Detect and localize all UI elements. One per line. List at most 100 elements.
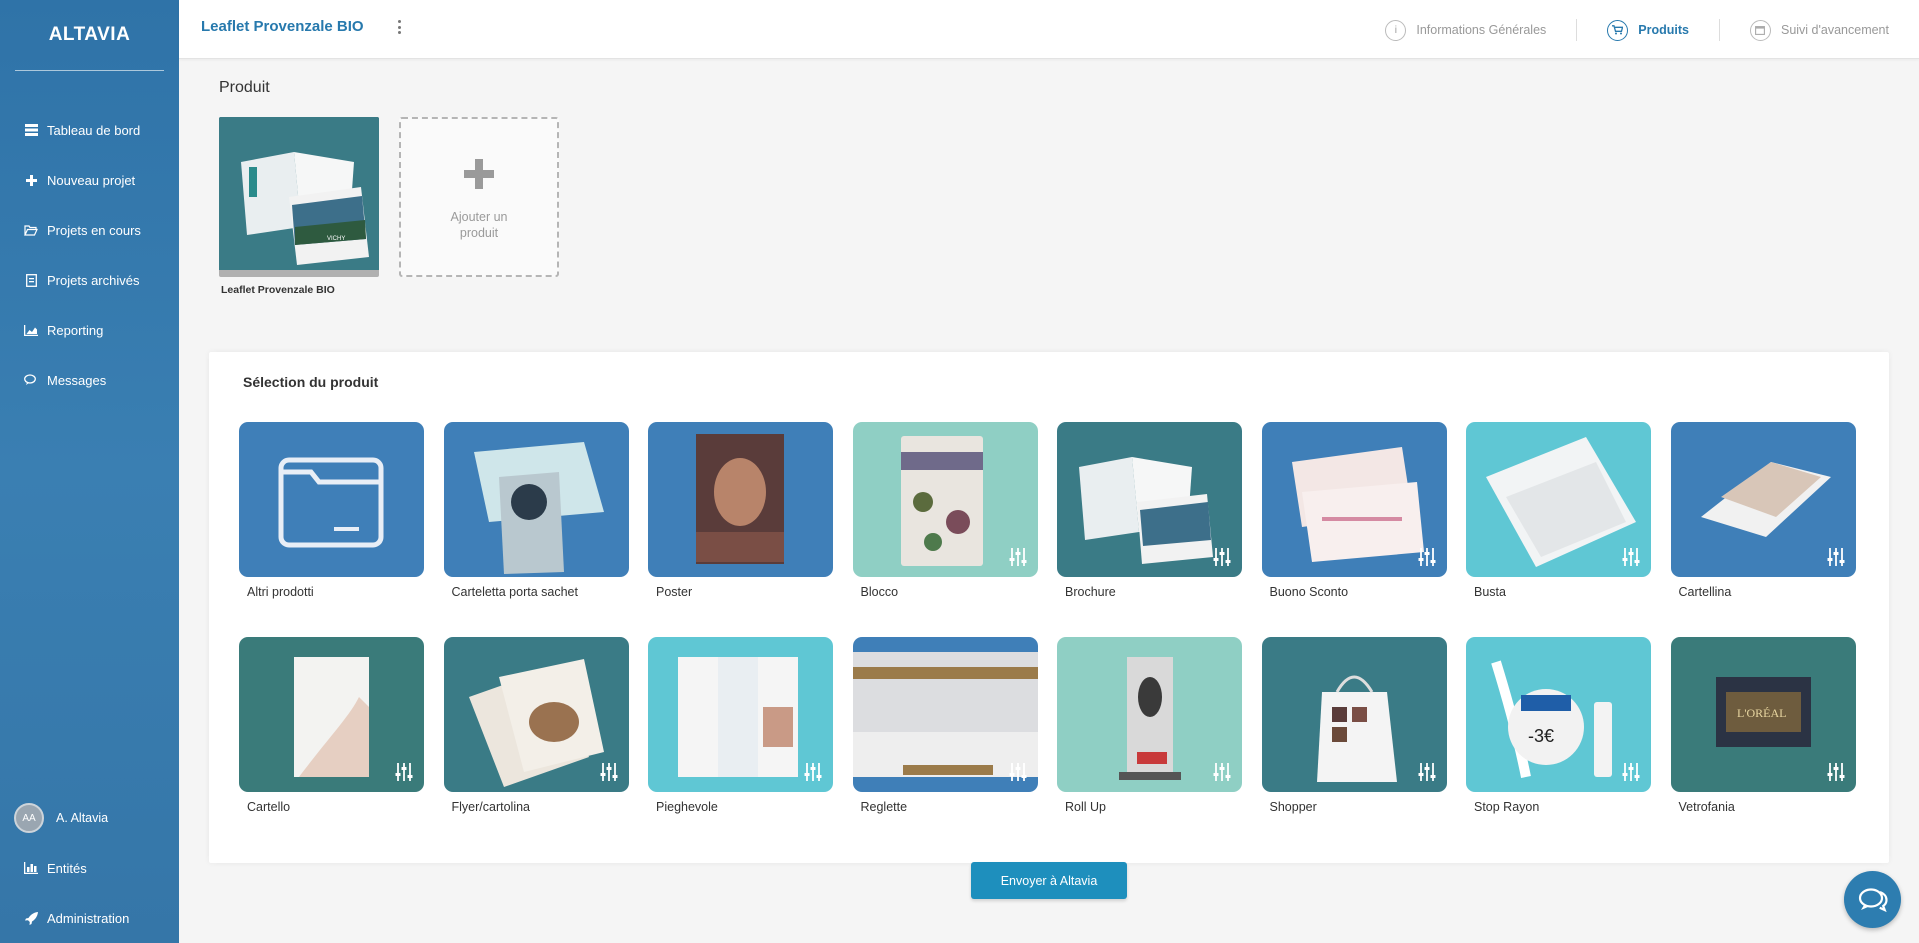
product-tile-label: Shopper (1269, 800, 1317, 814)
folder-open-icon (24, 223, 38, 237)
sidebar: ALTAVIA Tableau de bord Nouveau projet P… (0, 0, 179, 943)
send-to-altavia-button[interactable]: Envoyer à Altavia (971, 862, 1127, 899)
product-tile-label: Reglette (860, 800, 908, 814)
sidebar-item-label: Projets archivés (47, 272, 140, 288)
current-product-name: Leaflet Provenzale BIO (221, 284, 335, 296)
kebab-menu-icon[interactable] (398, 20, 402, 34)
product-tile-label: Busta (1474, 585, 1506, 599)
product-tile-blocco[interactable]: Blocco (852, 422, 1038, 599)
tab-label: Produits (1638, 23, 1689, 37)
add-product-label: Ajouter un produit (450, 210, 508, 240)
tab-label: Informations Générales (1416, 23, 1547, 37)
product-tile-stop-rayon[interactable]: -3€ Stop Rayon (1466, 637, 1651, 814)
user-profile[interactable]: AA A. Altavia (0, 793, 179, 843)
product-tile-label: Carteletta porta sachet (451, 585, 578, 599)
product-tile-pieghevole[interactable]: Pieghevole (648, 637, 833, 814)
product-tile-label: Cartellina (1678, 585, 1732, 599)
calendar-icon (1749, 19, 1771, 41)
product-tile-label: Blocco (860, 585, 899, 599)
sliders-icon[interactable] (803, 762, 823, 782)
product-thumbnail (1057, 422, 1242, 577)
bar-chart-icon (24, 861, 38, 875)
product-tile-brochure[interactable]: Brochure (1057, 422, 1242, 599)
product-tile-cartello[interactable]: Cartello (239, 637, 424, 814)
sidebar-bottom: AA A. Altavia Entités Administration (0, 793, 179, 943)
product-thumbnail (239, 422, 424, 577)
sliders-icon[interactable] (1212, 762, 1232, 782)
product-tile-reglette[interactable]: Reglette (852, 637, 1038, 814)
product-tile-label: Altri prodotti (247, 585, 314, 599)
info-icon: i (1385, 19, 1407, 41)
sliders-icon[interactable] (1621, 547, 1641, 567)
product-tile-busta[interactable]: Busta (1466, 422, 1651, 599)
sidebar-item-label: Nouveau projet (47, 172, 136, 188)
product-tile-shopper[interactable]: Shopper (1261, 637, 1447, 814)
panel-title: Sélection du produit (243, 374, 379, 390)
project-title[interactable]: Leaflet Provenzale BIO (201, 18, 364, 35)
chat-icon (24, 373, 38, 387)
product-thumbnail (1261, 637, 1447, 792)
sidebar-item-nouveau-projet[interactable]: Nouveau projet (0, 155, 179, 205)
cart-icon (1607, 19, 1629, 41)
chat-bubbles-icon (1858, 887, 1888, 912)
product-selection-panel: Sélection du produit Altri prodotti Carte… (209, 352, 1889, 863)
sliders-icon[interactable] (599, 762, 619, 782)
sidebar-nav: Tableau de bord Nouveau projet Projets e… (0, 105, 179, 405)
sidebar-item-projets-archives[interactable]: Projets archivés (0, 255, 179, 305)
product-thumbnail: L'ORÉAL (1670, 637, 1856, 792)
plus-icon (464, 153, 494, 197)
product-tile-vetrofania[interactable]: L'ORÉAL Vetrofania (1670, 637, 1856, 814)
product-tile-roll-up[interactable]: Roll Up (1057, 637, 1242, 814)
product-tile-label: Roll Up (1065, 800, 1106, 814)
product-thumbnail (443, 422, 629, 577)
sidebar-item-label: Projets en cours (47, 222, 141, 238)
sliders-icon[interactable] (1417, 762, 1437, 782)
sidebar-item-entites[interactable]: Entités (0, 843, 179, 893)
sliders-icon[interactable] (1417, 547, 1437, 567)
sidebar-item-label: Reporting (47, 322, 104, 338)
sidebar-item-messages[interactable]: Messages (0, 355, 179, 405)
sliders-icon[interactable] (1008, 762, 1028, 782)
current-product-card[interactable]: VICHY (219, 117, 379, 277)
sidebar-item-tableau-de-bord[interactable]: Tableau de bord (0, 105, 179, 155)
sliders-icon[interactable] (1008, 547, 1028, 567)
tab-produits[interactable]: Produits (1576, 19, 1689, 41)
product-tile-flyer-cartolina[interactable]: Flyer/cartolina (443, 637, 629, 814)
svg-text:-3€: -3€ (1528, 726, 1554, 746)
sidebar-item-projets-en-cours[interactable]: Projets en cours (0, 205, 179, 255)
sliders-icon[interactable] (1826, 547, 1846, 567)
chat-support-button[interactable] (1844, 871, 1901, 928)
product-thumbnail (239, 637, 424, 792)
product-tile-cartellina[interactable]: Cartellina (1670, 422, 1856, 599)
svg-text:VICHY: VICHY (327, 236, 345, 242)
product-tile-carteletta-porta-sachet[interactable]: Carteletta porta sachet (443, 422, 629, 599)
product-thumbnail (1670, 422, 1856, 577)
sidebar-item-administration[interactable]: Administration (0, 893, 179, 943)
product-tile-poster[interactable]: Poster (648, 422, 833, 599)
product-thumbnail (852, 637, 1038, 792)
tab-informations-generales[interactable]: i Informations Générales (1385, 19, 1546, 41)
project-tabs: i Informations Générales Produits Suivi … (1385, 19, 1889, 41)
altavia-logo[interactable]: ALTAVIA (0, 0, 179, 70)
sliders-icon[interactable] (1621, 762, 1641, 782)
product-tile-buono-sconto[interactable]: Buono Sconto (1261, 422, 1447, 599)
product-tile-label: Stop Rayon (1474, 800, 1540, 814)
add-product-button[interactable]: Ajouter un produit (399, 117, 559, 277)
product-tile-label: Buono Sconto (1269, 585, 1349, 599)
product-tile-altri-prodotti[interactable]: Altri prodotti (239, 422, 424, 599)
product-tile-label: Brochure (1065, 585, 1116, 599)
sliders-icon[interactable] (1212, 547, 1232, 567)
product-grid: Altri prodotti Carteletta porta sachet Pos… (239, 422, 1856, 814)
product-thumbnail (1466, 422, 1651, 577)
tab-suivi-avancement[interactable]: Suivi d'avancement (1718, 19, 1889, 41)
area-chart-icon (24, 323, 38, 337)
product-section-label: Produit (219, 79, 270, 96)
product-tile-label: Pieghevole (656, 800, 718, 814)
product-tile-label: Cartello (247, 800, 291, 814)
sidebar-item-label: Entités (47, 860, 87, 876)
sidebar-item-label: Messages (47, 372, 107, 388)
sidebar-item-reporting[interactable]: Reporting (0, 305, 179, 355)
product-thumbnail (648, 422, 833, 577)
sliders-icon[interactable] (1826, 762, 1846, 782)
sliders-icon[interactable] (394, 762, 414, 782)
